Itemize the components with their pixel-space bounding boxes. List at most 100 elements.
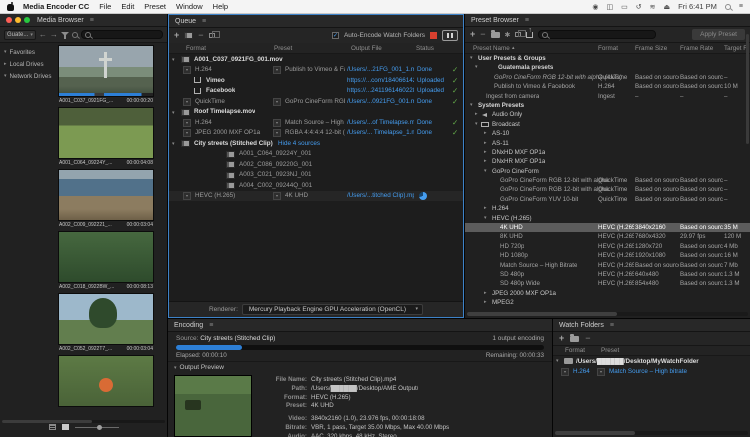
preset-name-cell[interactable]: HD 720p <box>500 243 524 250</box>
forward-button[interactable]: → <box>50 31 58 39</box>
pause-button[interactable] <box>442 30 458 41</box>
preset-name-cell[interactable]: JPEG 2000 MXF OP1a <box>492 290 556 297</box>
preset-row[interactable]: GoPro CineForm RGB 12-bit with alpha... … <box>465 185 750 194</box>
preset-horizontal-scrollbar[interactable] <box>467 312 748 316</box>
preset-row[interactable]: SD 480p Wide HEVC (H.265) 854x480 Based … <box>465 279 750 288</box>
import-preset-button[interactable] <box>515 32 521 37</box>
preset-name-cell[interactable]: GoPro CineForm <box>492 168 539 175</box>
preset-name-cell[interactable]: 4K UHD <box>500 224 523 231</box>
preset-cell[interactable]: GoPro CineForm RGB 12... <box>285 98 345 105</box>
queue-row[interactable]: ▾ A001_C064_09224Y_001 ▾ ▾ ✓ <box>169 149 463 160</box>
format-dropdown-icon[interactable]: ▾ <box>183 192 191 200</box>
output-file-link[interactable]: /Users/...titched Clip).mp4 <box>347 192 414 199</box>
preset-name-cell[interactable]: Publish to Vimeo & Facebook <box>494 83 575 90</box>
preset-row[interactable]: GoPro CineForm RGB 12-bit with alpha Qui… <box>465 176 750 185</box>
media-clip[interactable] <box>58 355 154 409</box>
preset-name-cell[interactable]: GoPro CineForm RGB 12-bit with alpha <box>500 177 609 184</box>
format-cell[interactable]: H.264 <box>195 119 267 126</box>
menubar-item[interactable]: Help <box>213 2 228 11</box>
format-cell[interactable]: H.264 <box>573 368 590 375</box>
zoom-button[interactable] <box>24 17 30 23</box>
remove-preset-button[interactable]: − <box>480 31 485 38</box>
preset-row[interactable]: 8K UHD HEVC (H.265) 7680x4320 29.97 fps … <box>465 232 750 241</box>
output-preview-header[interactable]: ▾ Output Preview <box>168 361 552 373</box>
preset-row[interactable]: ▾ Broadcast <box>465 120 750 129</box>
preset-row[interactable]: Publish to Vimeo & Facebook H.264 Based … <box>465 82 750 91</box>
export-preset-button[interactable] <box>526 32 533 38</box>
preset-row[interactable]: ▾ User Presets & Groups <box>465 54 750 63</box>
tab-encoding[interactable]: Encoding <box>174 322 203 329</box>
output-file-link[interactable]: https://...com/184066142 <box>347 77 414 84</box>
preset-name-cell[interactable]: System Presets <box>478 102 524 109</box>
filter-icon[interactable] <box>61 31 69 39</box>
tab-preset-browser[interactable]: Preset Browser <box>471 17 519 24</box>
queue-row[interactable]: ▾ ▾ QuickTime ▾ GoPro CineForm RGB 12...… <box>169 96 463 107</box>
preset-row[interactable]: SD 480p HEVC (H.265) 640x480 Based on so… <box>465 270 750 279</box>
column-format[interactable]: Format <box>598 45 618 52</box>
preset-row[interactable]: Match Source – High Bitrate HEVC (H.265)… <box>465 261 750 270</box>
format-dropdown-icon[interactable]: ▾ <box>183 129 191 137</box>
tree-chevron-icon[interactable]: ▾ <box>4 49 7 55</box>
eject-icon[interactable]: ⏏ <box>664 3 671 11</box>
preset-row[interactable]: ▸ MPEG2 <box>465 298 750 307</box>
preset-name-cell[interactable]: SD 480p <box>500 271 524 278</box>
tree-chevron-icon[interactable]: ▾ <box>470 55 473 61</box>
tree-chevron-icon[interactable]: ▸ <box>484 140 487 146</box>
preset-name-cell[interactable]: HD 1080p <box>500 252 528 259</box>
tree-chevron-icon[interactable]: ▸ <box>484 299 487 305</box>
preset-name-cell[interactable]: Ingest from camera <box>486 93 539 100</box>
tree-chevron-icon[interactable]: ▸ <box>484 149 487 155</box>
preset-dropdown-icon[interactable]: ▾ <box>273 129 281 137</box>
preset-vertical-scrollbar[interactable] <box>746 34 749 144</box>
preset-name-cell[interactable]: AS-11 <box>492 140 509 147</box>
preset-row[interactable]: Ingest from camera Ingest – – – <box>465 92 750 101</box>
folder-icon[interactable] <box>570 336 579 342</box>
minimize-button[interactable] <box>15 17 21 23</box>
zoom-icon[interactable] <box>72 32 78 38</box>
queue-row[interactable]: ▾ A001_C037_0921FG_001.mov ▾ ▾ ✓ <box>169 54 463 65</box>
column-format[interactable]: Format <box>565 347 585 354</box>
preset-row[interactable]: GoPro CineForm RGB 12-bit with alpha (Al… <box>465 73 750 82</box>
panel-menu-icon[interactable]: ≡ <box>525 17 529 24</box>
bluetooth-icon[interactable]: ◫ <box>607 3 614 11</box>
thumbnail-size-slider[interactable] <box>75 427 119 428</box>
column-preset[interactable]: Preset <box>274 45 292 52</box>
tree-chevron-icon[interactable]: ▾ <box>475 64 478 70</box>
clip-thumbnail[interactable] <box>58 355 154 407</box>
preset-name-cell[interactable]: Broadcast <box>492 121 520 128</box>
preset-row[interactable]: ▸ H.264 <box>465 204 750 213</box>
clip-thumbnail[interactable] <box>58 107 154 159</box>
duplicate-button[interactable] <box>209 33 215 38</box>
collapse-chevron-icon[interactable]: ▾ <box>174 365 177 371</box>
format-cell[interactable]: H.264 <box>195 66 267 73</box>
renderer-dropdown[interactable]: Mercury Playback Engine GPU Acceleration… <box>242 304 423 315</box>
auto-encode-checkbox[interactable]: ✓ <box>332 32 339 39</box>
output-file-link[interactable]: /Users/...21FG_001_1.mp4 <box>347 66 414 73</box>
queue-row[interactable]: ▾ Facebook ▾ ▾ https://...24119614602283… <box>169 86 463 97</box>
back-button[interactable]: ← <box>39 31 47 39</box>
format-cell[interactable]: QuickTime <box>195 98 267 105</box>
tree-item[interactable]: ▾ Favorites <box>0 46 58 58</box>
remove-button[interactable]: − <box>198 32 203 39</box>
spotlight-icon[interactable] <box>725 4 731 10</box>
thumbnail-view-icon[interactable] <box>62 424 69 430</box>
queue-row[interactable]: ▾ City streets (Stitched Clip) Hide 4 so… <box>169 138 463 149</box>
clip-thumbnail[interactable] <box>58 45 154 97</box>
media-clip[interactable]: A002_C052_0922T7_... 00:00:03:04 <box>58 293 154 353</box>
preset-cell[interactable]: Match Source – High bitr... <box>285 119 345 126</box>
column-frame-size[interactable]: Frame Size <box>635 45 667 52</box>
preset-row[interactable]: ▾ GoPro CineForm <box>465 167 750 176</box>
output-file-link[interactable]: /Users/...of Timelapse.mp4 <box>347 119 414 126</box>
preset-search-input[interactable] <box>538 30 656 39</box>
preset-name-cell[interactable]: MPEG2 <box>492 299 514 306</box>
watch-horizontal-scrollbar[interactable] <box>555 431 748 435</box>
preset-row[interactable]: GoPro CineForm YUV 10-bit QuickTime Base… <box>465 195 750 204</box>
preset-row[interactable]: ▸ AS-10 <box>465 129 750 138</box>
expand-chevron-icon[interactable]: ▾ <box>556 358 559 364</box>
tab-media-browser[interactable]: Media Browser <box>37 17 84 24</box>
output-file-link[interactable]: /Users/...0921FG_001.mov <box>347 98 414 105</box>
panel-menu-icon[interactable]: ≡ <box>209 322 213 329</box>
watch-folder-row[interactable]: ▾ /Users/██████/Desktop/MyWatchFolder <box>553 356 750 367</box>
queue-row[interactable]: ▾ Vimeo ▾ ▾ https://...com/184066142 Upl… <box>169 75 463 86</box>
preset-cell[interactable]: Match Source – High bitrate <box>609 368 744 375</box>
